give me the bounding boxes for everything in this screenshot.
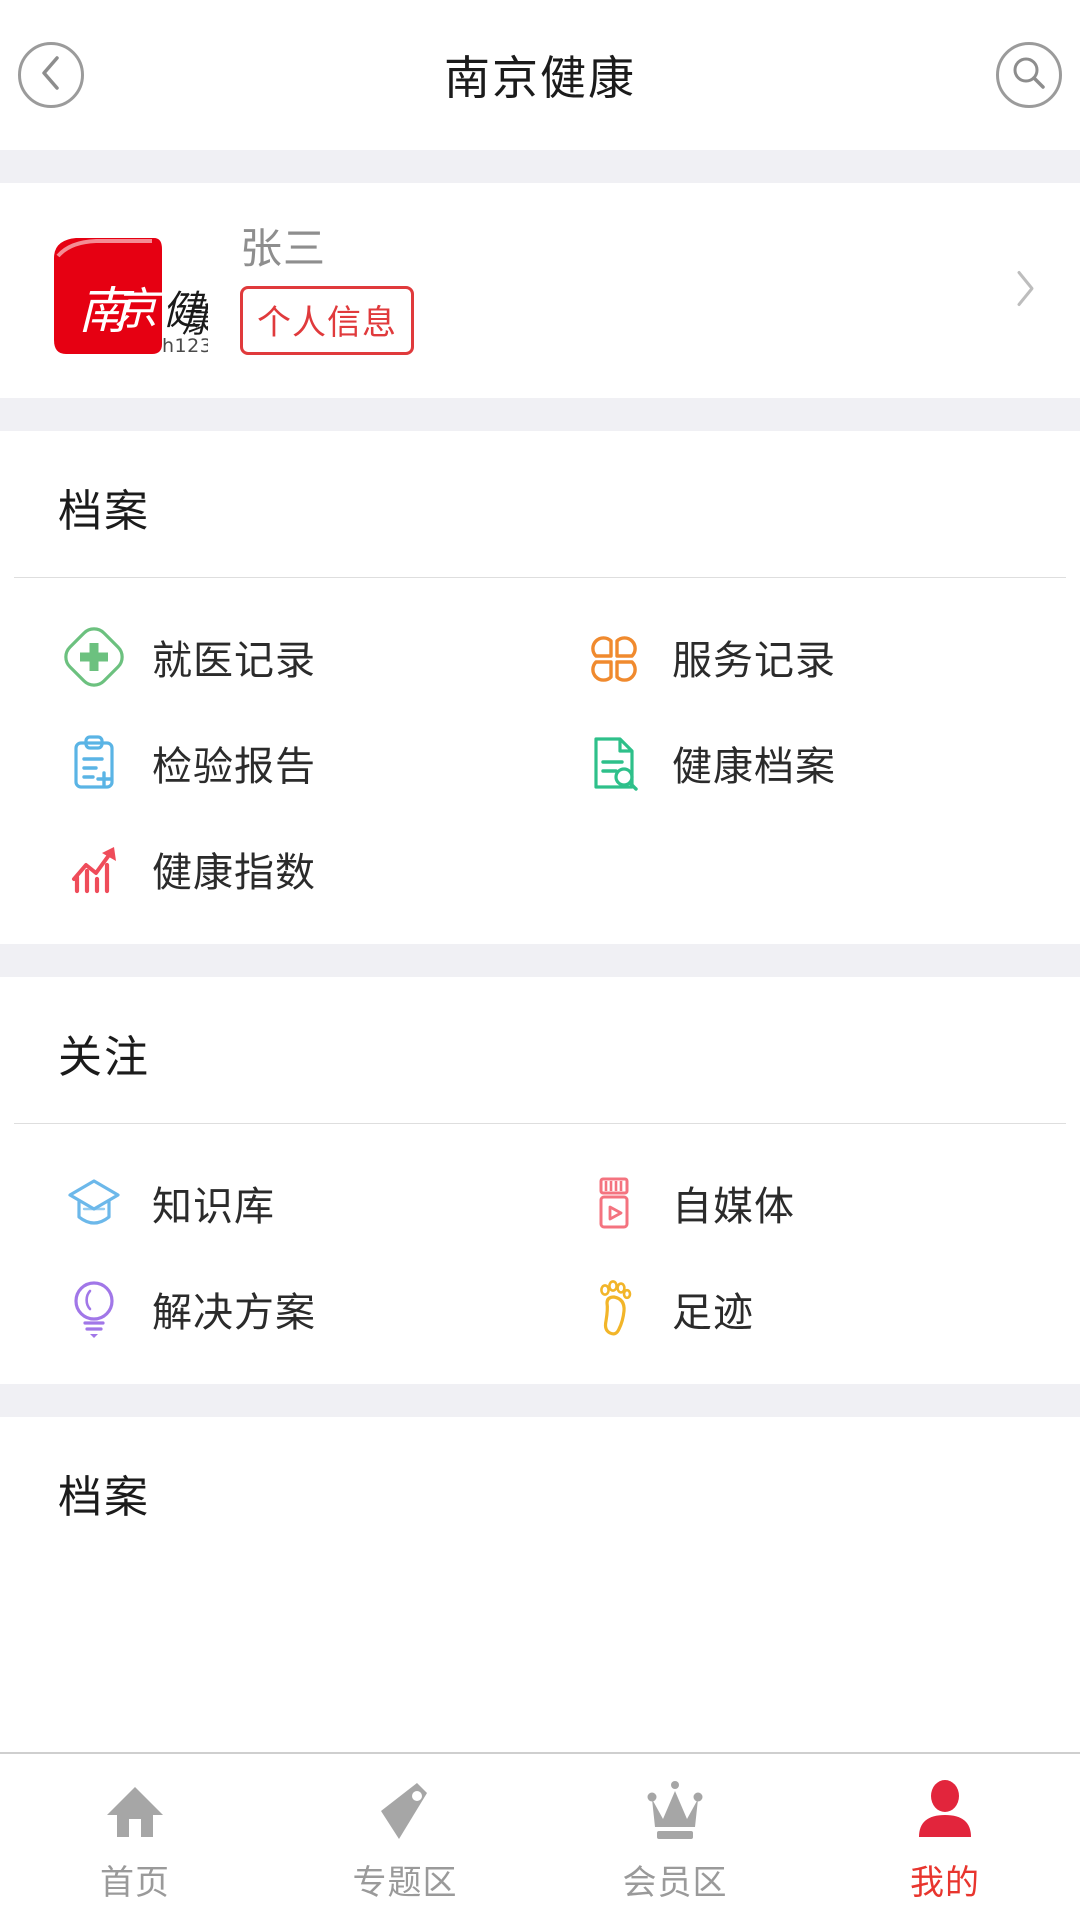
- profile-info: 张三 个人信息: [240, 224, 414, 356]
- grid-item-label: 自媒体: [672, 1185, 795, 1229]
- section-gap: [0, 944, 1080, 977]
- grid-item-solutions[interactable]: 解决方案: [0, 1256, 540, 1362]
- section-title: 档案: [58, 1473, 150, 1522]
- grid-item-label: 健康档案: [672, 745, 836, 789]
- grid-item-health-archive[interactable]: 健康档案: [540, 710, 1080, 816]
- search-button[interactable]: [996, 42, 1062, 108]
- section-follow: 关注 知识库 自媒体 解决方案 足迹: [0, 977, 1080, 1384]
- section-gap: [0, 398, 1080, 431]
- section-title: 档案: [58, 487, 150, 536]
- tab-label: 我的: [910, 1863, 980, 1902]
- svg-text:h12320: h12320: [162, 335, 208, 357]
- tag-icon: [369, 1771, 441, 1847]
- tab-members[interactable]: 会员区: [540, 1771, 810, 1904]
- section-records: 档案 就医记录 服务记录 检验报告 健康档案 健康指数: [0, 431, 1080, 944]
- grid-item-footprints[interactable]: 足迹: [540, 1256, 1080, 1362]
- avatar: 南 京 健 康 h12320: [36, 216, 237, 366]
- tab-label: 会员区: [622, 1863, 728, 1902]
- personal-info-button[interactable]: 个人信息: [240, 286, 414, 356]
- clover-grid-icon: [578, 621, 650, 693]
- app-header: 南京健康: [0, 0, 1080, 150]
- chevron-right-icon: [1012, 266, 1038, 315]
- document-search-icon: [578, 727, 650, 799]
- grid-item-label: 健康指数: [152, 851, 316, 895]
- section-grid: 就医记录 服务记录 检验报告 健康档案 健康指数: [0, 578, 1080, 944]
- grid-item-knowledge-base[interactable]: 知识库: [0, 1150, 540, 1256]
- lightbulb-icon: [58, 1273, 130, 1345]
- bottom-tabbar: 首页 专题区 会员区 我的: [0, 1752, 1080, 1920]
- crown-icon: [639, 1771, 711, 1847]
- section-records-2: 档案: [0, 1417, 1080, 1563]
- medical-cross-icon: [58, 621, 130, 693]
- section-gap: [0, 150, 1080, 183]
- grid-item-health-index[interactable]: 健康指数: [0, 816, 540, 922]
- tab-topics[interactable]: 专题区: [270, 1771, 540, 1904]
- tab-label: 首页: [100, 1863, 170, 1902]
- page-title: 南京健康: [444, 52, 636, 104]
- person-icon: [909, 1771, 981, 1847]
- profile-name: 张三: [240, 224, 327, 272]
- chevron-left-icon: [37, 53, 65, 98]
- tab-mine[interactable]: 我的: [810, 1771, 1080, 1904]
- tab-label: 专题区: [352, 1863, 458, 1902]
- back-button[interactable]: [18, 42, 84, 108]
- footprint-icon: [578, 1273, 650, 1345]
- section-title: 关注: [58, 1033, 150, 1082]
- graduation-cap-icon: [58, 1167, 130, 1239]
- tab-home[interactable]: 首页: [0, 1771, 270, 1904]
- grid-item-label: 知识库: [152, 1185, 275, 1229]
- search-icon: [1010, 54, 1048, 97]
- grid-item-medical-records[interactable]: 就医记录: [0, 604, 540, 710]
- grid-item-self-media[interactable]: 自媒体: [540, 1150, 1080, 1256]
- grid-item-lab-report[interactable]: 检验报告: [0, 710, 540, 816]
- grid-item-label: 足迹: [672, 1291, 754, 1335]
- trend-chart-icon: [58, 833, 130, 905]
- profile-card[interactable]: 南 京 健 康 h12320 张三 个人信息: [0, 183, 1080, 398]
- grid-item-label: 检验报告: [152, 745, 316, 789]
- grid-item-label: 解决方案: [152, 1291, 316, 1335]
- section-grid: 知识库 自媒体 解决方案 足迹: [0, 1124, 1080, 1384]
- home-icon: [99, 1771, 171, 1847]
- clipboard-report-icon: [58, 727, 130, 799]
- grid-item-label: 服务记录: [672, 639, 836, 683]
- grid-item-label: 就医记录: [152, 639, 316, 683]
- section-gap: [0, 1384, 1080, 1417]
- app-screen: 南京健康 南 京 健 康 h12320 张三 个人信息: [0, 0, 1080, 1920]
- grid-item-service-records[interactable]: 服务记录: [540, 604, 1080, 710]
- video-player-icon: [578, 1167, 650, 1239]
- svg-text:京: 京: [114, 284, 164, 335]
